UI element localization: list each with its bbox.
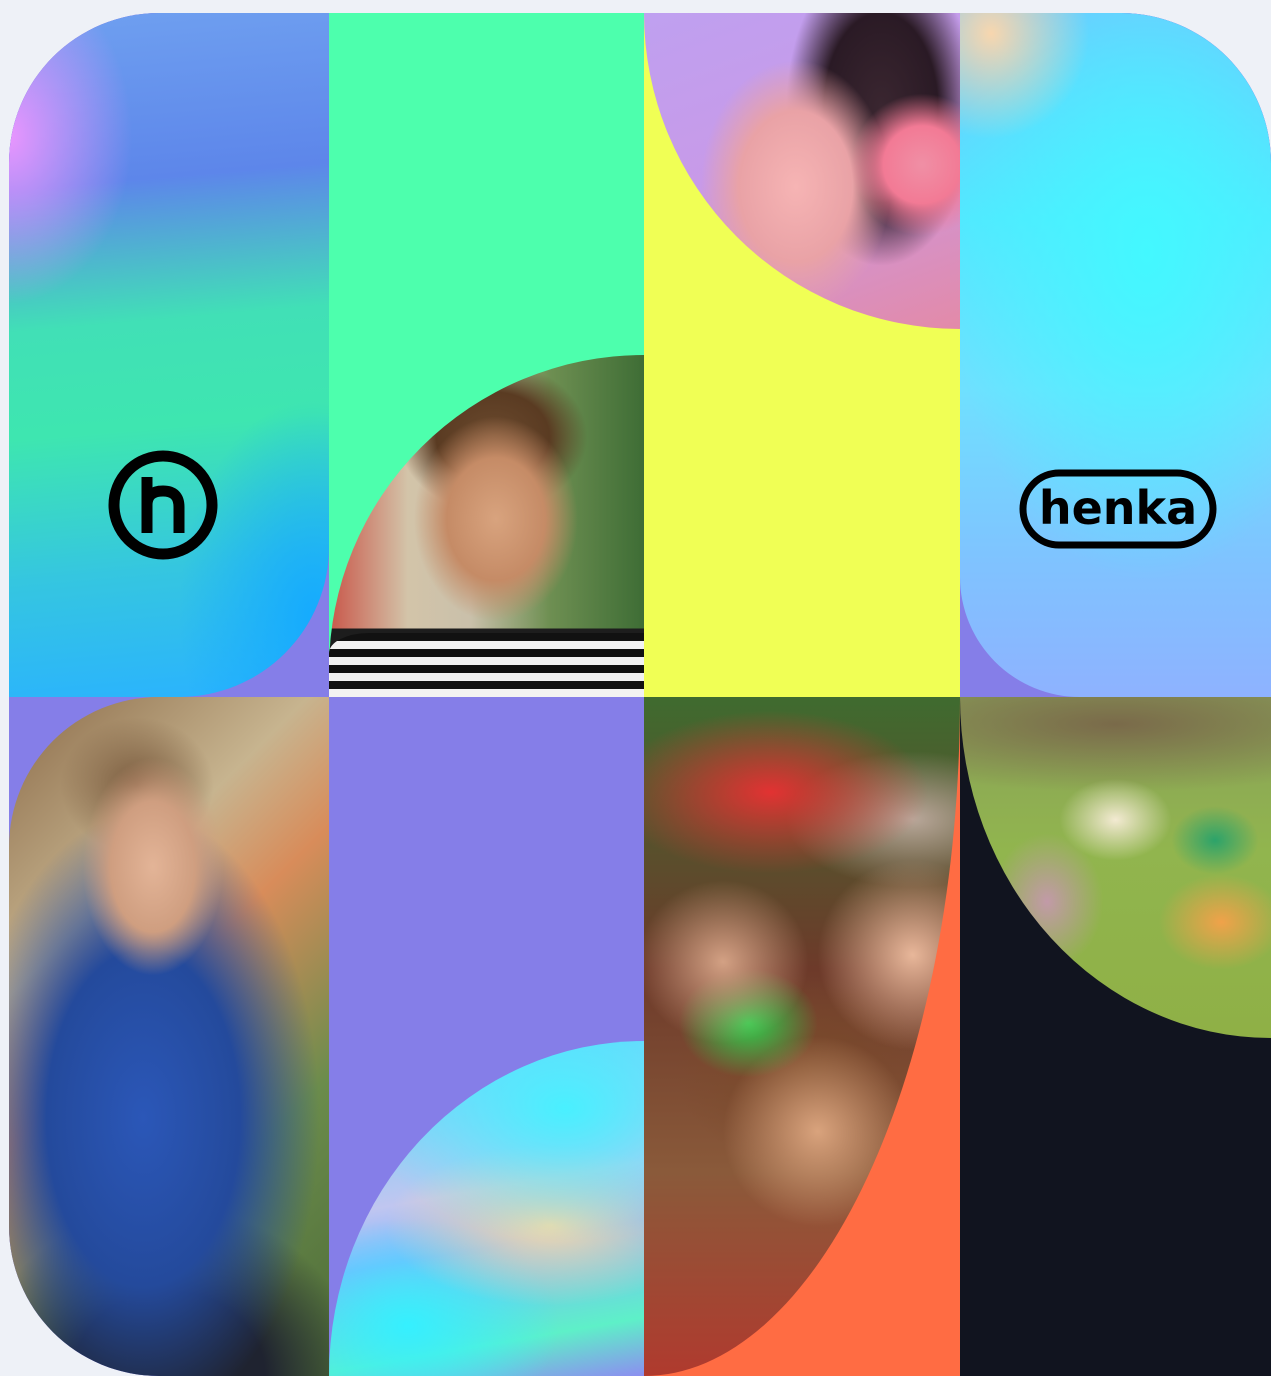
- blue-green-gradient: [9, 13, 329, 697]
- meditating-boy-photo-tile: [9, 697, 329, 1376]
- meditating-boy-photo: [9, 697, 329, 1376]
- wordmark-text: henka: [1039, 481, 1197, 535]
- henka-monogram-logo: [108, 450, 218, 560]
- friends-lying-on-grass-photo: [644, 697, 960, 1376]
- cyan-gradient: [960, 13, 1271, 697]
- woman-headphones-photo-tile: [644, 13, 960, 697]
- woman-headphones-photo: [644, 13, 960, 329]
- laughing-boy-photo: [329, 355, 644, 697]
- kids-sitting-on-grass-photo-tile: [960, 697, 1271, 1376]
- striped-shirt: [329, 633, 644, 697]
- henka-wordmark-logo: henka: [1019, 469, 1217, 549]
- kids-sitting-on-grass-photo: [960, 697, 1271, 1038]
- brand-collage-board: henka: [9, 13, 1271, 1376]
- holographic-gradient-tile: [329, 697, 644, 1376]
- wordmark-tile: henka: [960, 13, 1271, 697]
- holographic-gradient: [329, 1041, 644, 1376]
- friends-lying-on-grass-photo-tile: [644, 697, 960, 1376]
- gradient-logo-tile: [9, 13, 329, 697]
- laughing-boy-photo-tile: [329, 13, 644, 697]
